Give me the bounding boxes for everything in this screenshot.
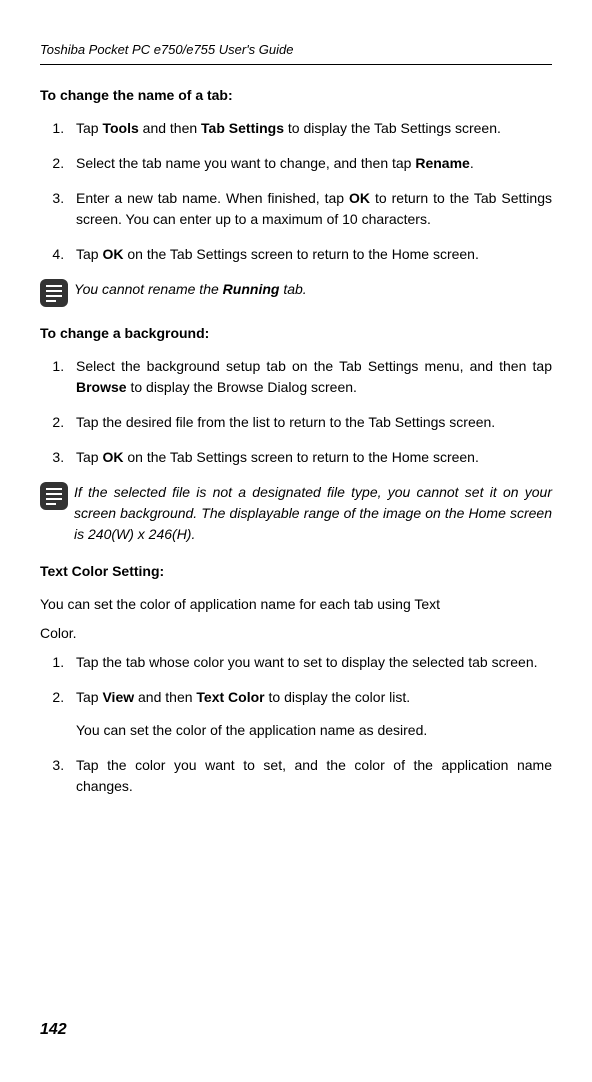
heading-tab-rename: To change the name of a tab: [40,85,552,106]
heading-text-color: Text Color Setting: [40,561,552,582]
list-item: Select the tab name you want to change, … [68,153,552,174]
paragraph: You can set the color of the application… [76,720,552,741]
list-item: Tap OK on the Tab Settings screen to ret… [68,244,552,265]
paragraph: Color. [40,623,552,644]
header-rule [40,64,552,65]
note-text: If the selected file is not a designated… [74,482,552,545]
note-icon [40,279,68,307]
note-icon [40,482,68,510]
page-number: 142 [40,1018,67,1042]
list-item: Tap OK on the Tab Settings screen to ret… [68,447,552,468]
background-steps: Select the background setup tab on the T… [40,356,552,468]
tab-rename-steps: Tap Tools and then Tab Settings to displ… [40,118,552,265]
heading-background: To change a background: [40,323,552,344]
list-item: Tap the tab whose color you want to set … [68,652,552,673]
list-item: Select the background setup tab on the T… [68,356,552,398]
list-item: Tap Tools and then Tab Settings to displ… [68,118,552,139]
list-item: Tap View and then Text Color to display … [68,687,552,741]
list-item: Tap the desired file from the list to re… [68,412,552,433]
list-item: Tap the color you want to set, and the c… [68,755,552,797]
note-block: You cannot rename the Running tab. [40,279,552,307]
note-block: If the selected file is not a designated… [40,482,552,545]
paragraph: You can set the color of application nam… [40,594,552,615]
note-text: You cannot rename the Running tab. [74,279,552,300]
list-item: Enter a new tab name. When finished, tap… [68,188,552,230]
list-item-text: Tap View and then Text Color to display … [76,689,410,705]
text-color-steps: Tap the tab whose color you want to set … [40,652,552,797]
running-header: Toshiba Pocket PC e750/e755 User's Guide [40,40,552,60]
